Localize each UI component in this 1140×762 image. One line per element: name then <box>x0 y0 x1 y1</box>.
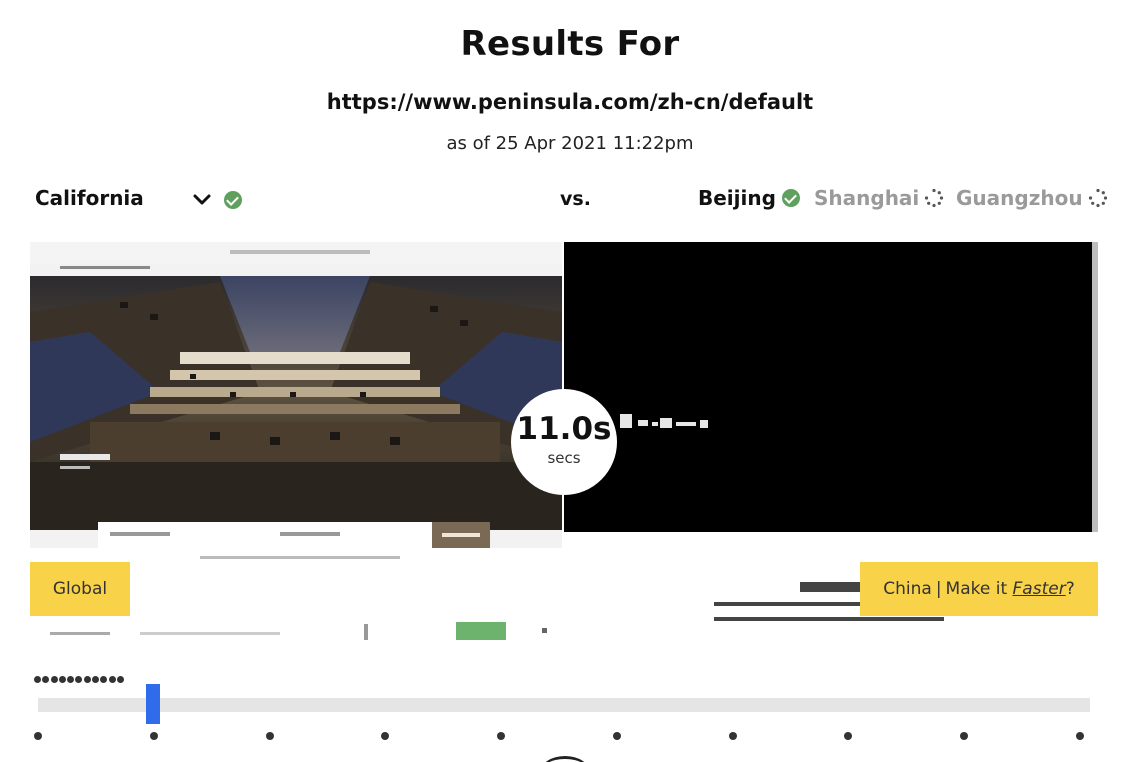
china-label-separator: | <box>935 579 942 599</box>
timeline-tick[interactable] <box>728 732 737 740</box>
chevron-down-icon[interactable] <box>192 190 212 210</box>
vs-label: vs. <box>560 188 591 210</box>
location-option-beijing[interactable]: Beijing <box>698 186 800 210</box>
scroll-indicator <box>540 756 590 762</box>
timeline-tick[interactable] <box>497 732 506 740</box>
location-option-label: Beijing <box>698 186 776 210</box>
timeline-tick[interactable] <box>960 732 969 740</box>
frame-thumbnail-dot[interactable] <box>108 676 116 683</box>
timeline-tick[interactable] <box>844 732 853 740</box>
china-label-text: China <box>883 579 932 599</box>
china-label-middle: Make it <box>945 579 1008 599</box>
timeline-tick[interactable] <box>265 732 274 740</box>
location-option-guangzhou[interactable]: Guangzhou <box>956 186 1108 210</box>
check-circle-icon <box>781 189 800 207</box>
page-title: Results For <box>460 24 680 64</box>
china-label: China | Make it Faster? <box>860 562 1098 616</box>
tested-url: https://www.peninsula.com/zh-cn/default <box>326 90 814 114</box>
frame-thumbnail-dot[interactable] <box>42 676 50 683</box>
location-option-label: Shanghai <box>814 186 920 210</box>
spinner-icon <box>925 188 944 208</box>
test-timestamp: as of 25 Apr 2021 11:22pm <box>446 133 694 154</box>
timeline-track[interactable] <box>38 698 1090 712</box>
timeline-ticks <box>0 732 1140 742</box>
china-label-suffix: ? <box>1065 579 1075 599</box>
frame-thumbnail-dot[interactable] <box>83 676 91 683</box>
primary-location[interactable]: California <box>35 186 144 210</box>
load-time-unit: secs <box>547 449 581 467</box>
timeline-tick[interactable] <box>612 732 621 740</box>
timeline-tick[interactable] <box>149 732 158 740</box>
load-time-value: 11.0s <box>516 411 612 447</box>
load-time-badge: 11.0s secs <box>511 389 617 495</box>
location-option-label: Guangzhou <box>956 186 1083 210</box>
frame-thumbnail-dot[interactable] <box>100 676 108 683</box>
frame-thumbnail-dot[interactable] <box>116 676 124 683</box>
timeline-handle[interactable] <box>145 684 160 724</box>
results-page: Results For https://www.peninsula.com/zh… <box>0 0 1140 762</box>
frame-thumbnail-dot[interactable] <box>67 676 75 683</box>
global-label: Global <box>30 562 130 616</box>
frame-thumbnail-dot[interactable] <box>34 676 41 683</box>
timeline-tick[interactable] <box>381 732 390 740</box>
location-row: California vs. Beijing Shanghai Guangzho… <box>0 186 1140 216</box>
frame-thumbnails <box>34 668 125 683</box>
timeline-tick[interactable] <box>1076 732 1084 740</box>
check-circle-icon <box>224 191 242 209</box>
frame-thumbnail-dot[interactable] <box>50 676 58 683</box>
frame-thumbnail-dot[interactable] <box>58 676 66 683</box>
frame-thumbnail-dot[interactable] <box>92 676 100 683</box>
frame-thumbnail-dot[interactable] <box>75 676 83 683</box>
spinner-icon <box>1088 188 1107 208</box>
timeline-tick[interactable] <box>34 732 42 740</box>
location-option-shanghai[interactable]: Shanghai <box>814 186 944 210</box>
make-faster-link[interactable]: Faster <box>1013 579 1066 599</box>
